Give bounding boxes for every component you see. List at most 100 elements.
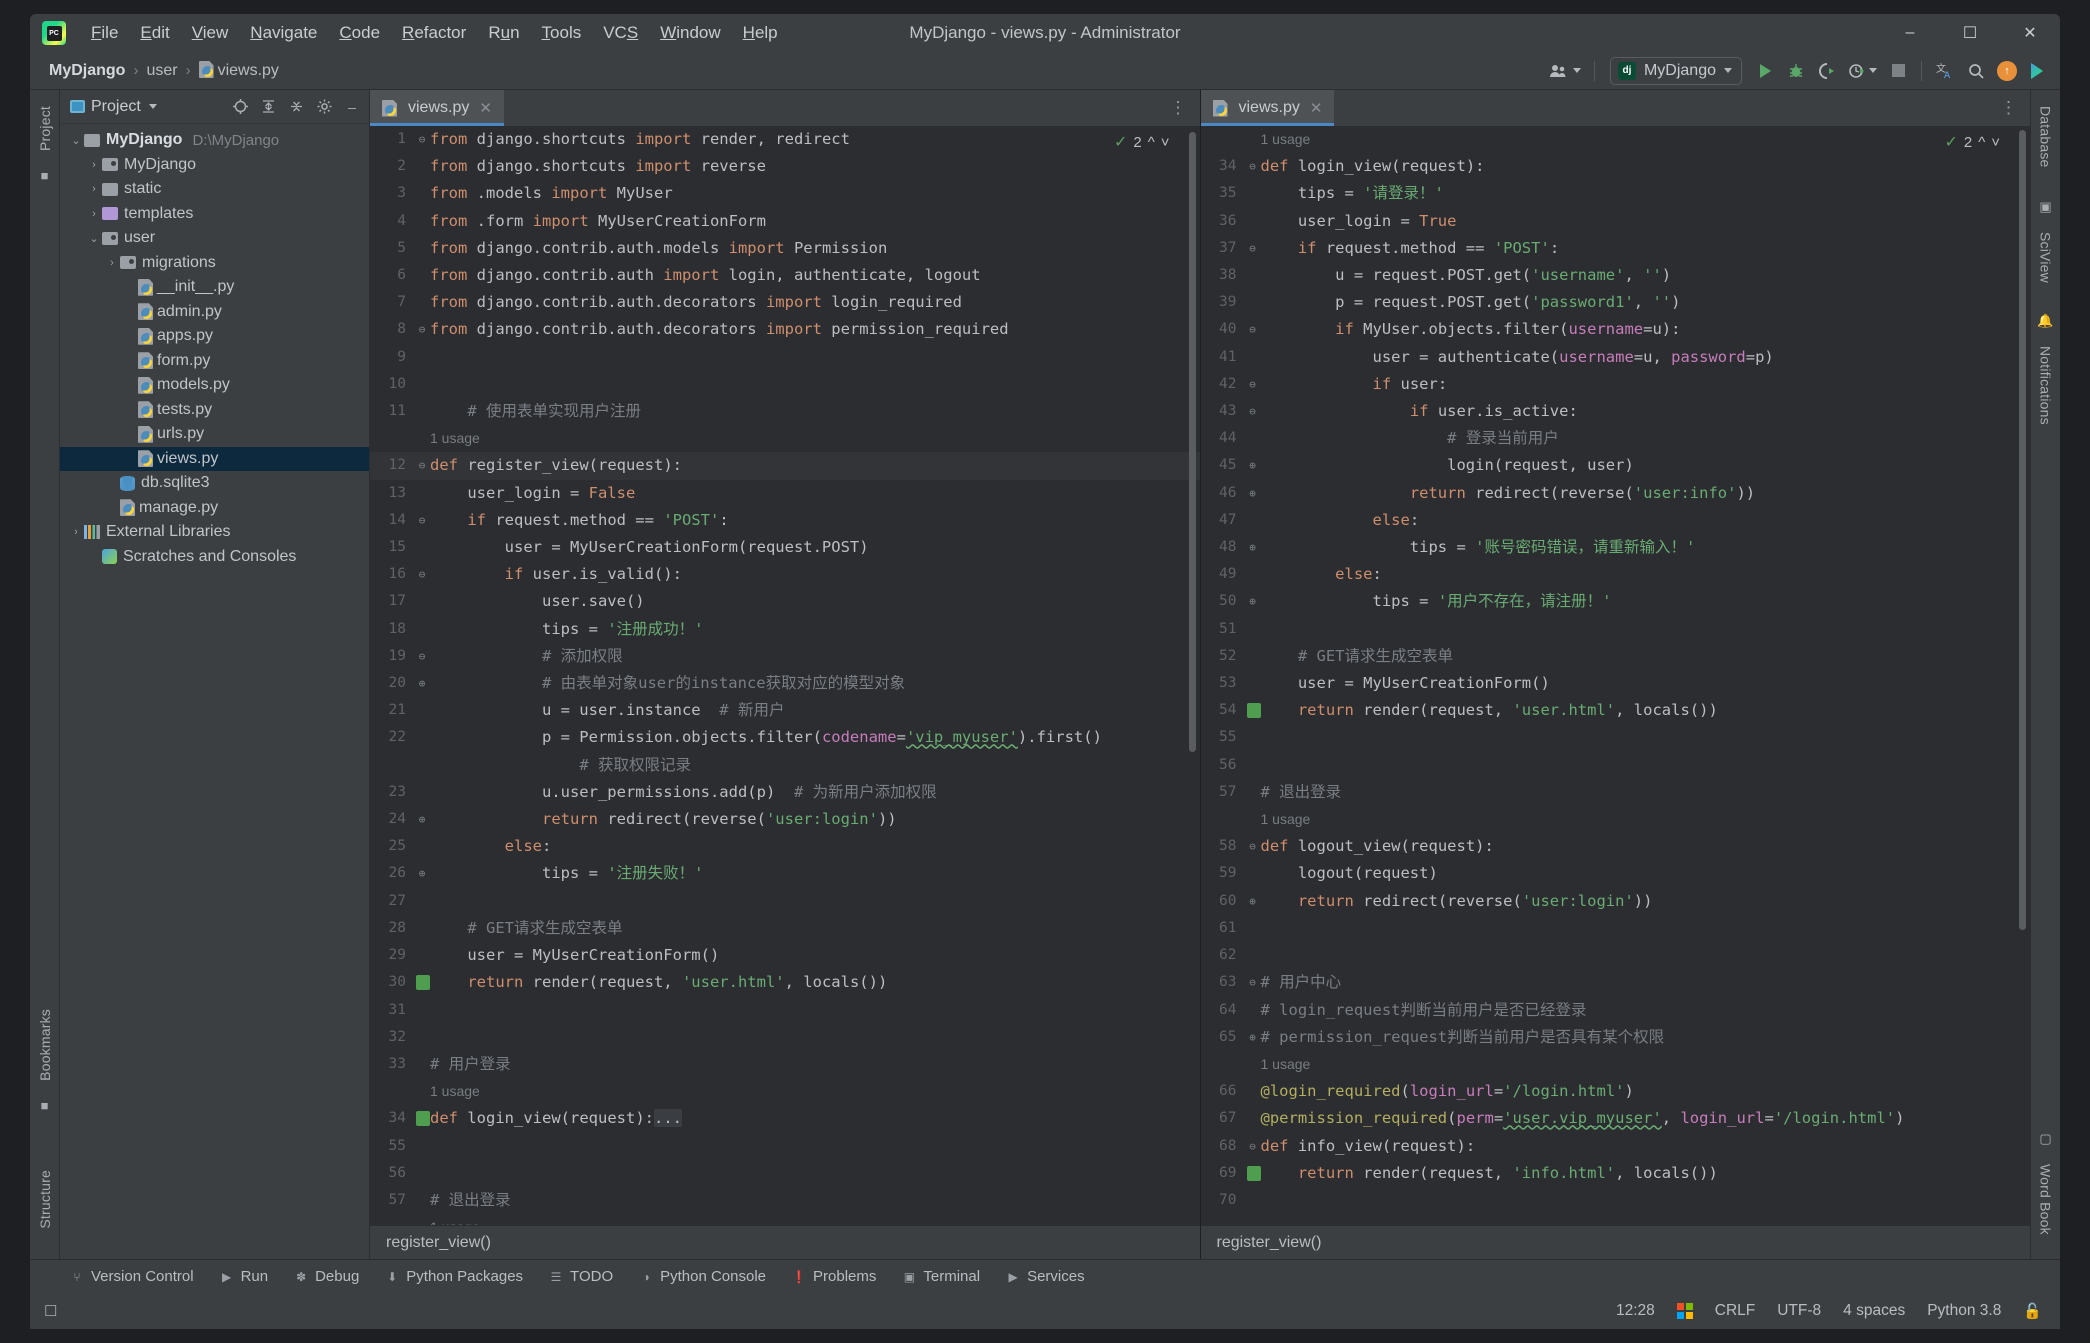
sciview-icon[interactable]: ▣ (2037, 198, 2055, 216)
fold-marker-icon[interactable] (414, 697, 430, 724)
fold-marker-icon[interactable] (414, 997, 430, 1024)
fold-marker-icon[interactable] (414, 915, 430, 942)
tree-node-urls-py[interactable]: urls.py (60, 422, 369, 447)
fold-marker-icon[interactable] (414, 1160, 430, 1187)
run-gutter-icon[interactable] (416, 975, 430, 991)
menu-run[interactable]: Run (477, 19, 530, 47)
fold-marker-icon[interactable] (1245, 752, 1261, 779)
fold-marker-icon[interactable]: ⊕ (1245, 888, 1261, 915)
notifications-bell-icon[interactable]: 🔔 (2037, 312, 2055, 330)
fold-marker-icon[interactable] (1245, 670, 1261, 697)
chevron-right-icon[interactable]: › (86, 159, 102, 171)
fold-marker-icon[interactable] (414, 235, 430, 262)
fold-marker-icon[interactable]: ⊕ (1245, 588, 1261, 615)
fold-marker-icon[interactable] (1245, 1105, 1261, 1132)
chevron-right-icon[interactable]: › (104, 257, 120, 269)
fold-marker-icon[interactable] (1245, 262, 1261, 289)
tree-node-user[interactable]: ⌄ user (60, 226, 369, 251)
account-icon[interactable] (1545, 57, 1585, 85)
tree-node-form-py[interactable]: form.py (60, 349, 369, 374)
tree-node-tests-py[interactable]: tests.py (60, 398, 369, 423)
fold-marker-icon[interactable] (414, 752, 430, 779)
indent-setting[interactable]: 4 spaces (1843, 1302, 1905, 1320)
tree-node-scratches-and-consoles[interactable]: Scratches and Consoles (60, 545, 369, 570)
close-icon[interactable]: ✕ (479, 99, 492, 117)
chevron-right-icon[interactable]: › (68, 526, 84, 538)
prev-problem-icon[interactable]: ^ (1148, 134, 1155, 151)
windows-logo-icon[interactable] (1676, 1303, 1693, 1319)
tree-node-db-sqlite3[interactable]: db.sqlite3 (60, 471, 369, 496)
fold-marker-icon[interactable] (414, 289, 430, 316)
collapse-all-icon[interactable] (285, 96, 307, 118)
unlocked-icon[interactable]: 🔓 (2023, 1302, 2042, 1320)
fold-marker-icon[interactable] (414, 1051, 430, 1078)
fold-marker-icon[interactable] (1245, 806, 1261, 833)
tool-window-debug[interactable]: ✽ Debug (294, 1268, 359, 1285)
chevron-down-icon[interactable]: ⌄ (68, 134, 84, 147)
fold-marker-icon[interactable]: ⊕ (1245, 452, 1261, 479)
chevron-right-icon[interactable]: › (86, 183, 102, 195)
fold-marker-icon[interactable] (414, 398, 430, 425)
fold-marker-icon[interactable]: ⊕ (1245, 480, 1261, 507)
menu-edit[interactable]: Edit (129, 19, 180, 47)
chevron-down-icon[interactable] (148, 104, 157, 109)
fold-marker-icon[interactable]: ⊖ (414, 507, 430, 534)
word-book-icon[interactable]: ▢ (2037, 1130, 2055, 1148)
caret-position[interactable]: 12:28 (1616, 1302, 1655, 1320)
inspection-widget-left[interactable]: ✓ 2 ^ ˅ (1114, 132, 1170, 152)
settings-gear-icon[interactable] (313, 96, 335, 118)
fold-marker-icon[interactable] (414, 942, 430, 969)
close-button[interactable]: ✕ (2000, 14, 2060, 52)
breadcrumb-folder[interactable]: user (141, 60, 182, 82)
fold-marker-icon[interactable] (1245, 860, 1261, 887)
breadcrumb-project[interactable]: MyDjango (44, 60, 130, 82)
fold-marker-icon[interactable]: ⊖ (1245, 316, 1261, 343)
menu-view[interactable]: View (181, 19, 240, 47)
menu-navigate[interactable]: Navigate (239, 19, 328, 47)
run-gutter-icon[interactable] (1246, 703, 1261, 719)
tab-options-icon[interactable]: ⋮ (1158, 90, 1200, 126)
vertical-scrollbar-left[interactable] (1188, 132, 1196, 752)
fold-marker-icon[interactable] (414, 1024, 430, 1051)
python-interpreter[interactable]: Python 3.8 (1927, 1302, 2001, 1320)
fold-marker-icon[interactable] (1245, 561, 1261, 588)
fold-marker-icon[interactable]: ⊖ (1245, 969, 1261, 996)
fold-marker-icon[interactable] (414, 480, 430, 507)
rail-item-notifications[interactable]: Notifications (2038, 336, 2054, 435)
fold-marker-icon[interactable]: ⊕ (414, 670, 430, 697)
next-problem-icon[interactable]: ˅ (1161, 134, 1170, 151)
tree-node-mydjango[interactable]: › MyDjango (60, 153, 369, 178)
fold-marker-icon[interactable] (414, 779, 430, 806)
fold-marker-icon[interactable] (1245, 942, 1261, 969)
tree-node-templates[interactable]: › templates (60, 202, 369, 227)
rail-item-word-book[interactable]: Word Book (2038, 1154, 2054, 1245)
fold-marker-icon[interactable] (414, 1078, 430, 1105)
menu-help[interactable]: Help (732, 19, 789, 47)
run-with-coverage-button[interactable] (1813, 57, 1841, 85)
stop-button[interactable] (1884, 57, 1912, 85)
fold-marker-icon[interactable]: ⊖ (1245, 833, 1261, 860)
fold-marker-icon[interactable] (1245, 208, 1261, 235)
fold-marker-icon[interactable] (414, 1133, 430, 1160)
fold-marker-icon[interactable] (414, 888, 430, 915)
profiler-button[interactable] (1844, 57, 1881, 85)
file-encoding[interactable]: UTF-8 (1777, 1302, 1821, 1320)
fold-marker-icon[interactable]: ⊖ (1245, 153, 1261, 180)
code-editor-left[interactable]: ✓ 2 ^ ˅ 1 ⊖ from django.shortcuts import r… (370, 126, 1200, 1225)
fold-marker-icon[interactable]: ⊖ (414, 452, 430, 479)
fold-marker-icon[interactable] (1245, 724, 1261, 751)
rail-item-bookmarks[interactable]: Bookmarks (37, 999, 53, 1091)
fold-marker-icon[interactable] (414, 534, 430, 561)
tab-views-py-left[interactable]: views.py ✕ (370, 90, 504, 126)
fold-marker-icon[interactable]: ⊖ (414, 126, 430, 153)
tool-window-version-control[interactable]: ⑂ Version Control (70, 1268, 193, 1285)
debug-button[interactable] (1782, 57, 1810, 85)
run-gutter-icon[interactable] (416, 1111, 430, 1127)
fold-marker-icon[interactable] (1245, 1187, 1261, 1214)
tree-node-manage-py[interactable]: manage.py (60, 496, 369, 521)
tool-window-problems[interactable]: ❗ Problems (792, 1268, 877, 1285)
fold-marker-icon[interactable] (414, 1214, 430, 1225)
maximize-button[interactable]: ☐ (1940, 14, 2000, 52)
fold-marker-icon[interactable] (414, 180, 430, 207)
tree-node-migrations[interactable]: › migrations (60, 251, 369, 276)
